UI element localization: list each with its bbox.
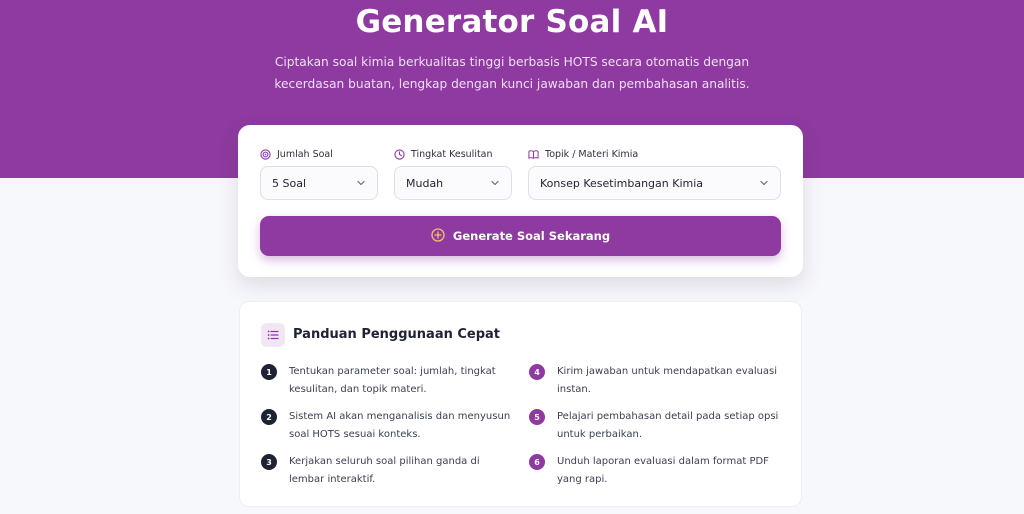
difficulty-value: Mudah bbox=[406, 176, 444, 190]
list-item: 5 Pelajari pembahasan detail pada setiap… bbox=[529, 408, 779, 443]
step-text: Kirim jawaban untuk mendapatkan evaluasi… bbox=[557, 366, 778, 395]
step-text: Unduh laporan evaluasi dalam format PDF … bbox=[557, 456, 769, 485]
topic-value: Konsep Kesetimbangan Kimia bbox=[540, 176, 704, 190]
step-text: Sistem AI akan menganalisis dan menyusun… bbox=[289, 411, 511, 440]
difficulty-label-text: Tingkat Kesulitan bbox=[411, 149, 493, 160]
list-icon bbox=[261, 323, 285, 347]
step-number: 5 bbox=[529, 409, 545, 425]
step-text: Pelajari pembahasan detail pada setiap o… bbox=[557, 411, 779, 440]
step-number: 2 bbox=[261, 409, 277, 425]
list-item: 2 Sistem AI akan menganalisis dan menyus… bbox=[261, 408, 511, 443]
step-text: Tentukan parameter soal: jumlah, tingkat… bbox=[289, 366, 496, 395]
step-number: 6 bbox=[529, 454, 545, 470]
plus-circle-icon bbox=[431, 227, 445, 245]
step-number: 3 bbox=[261, 454, 277, 470]
question-count-value: 5 Soal bbox=[272, 176, 307, 190]
list-item: 6 Unduh laporan evaluasi dalam format PD… bbox=[529, 453, 779, 488]
quick-guide-card: Panduan Penggunaan Cepat 1 Tentukan para… bbox=[239, 301, 802, 507]
guide-title: Panduan Penggunaan Cepat bbox=[293, 327, 501, 342]
question-count-label-text: Jumlah Soal bbox=[277, 149, 333, 160]
topic-label-text: Topik / Materi Kimia bbox=[545, 149, 639, 160]
list-item: 1 Tentukan parameter soal: jumlah, tingk… bbox=[261, 363, 511, 398]
chevron-down-icon bbox=[490, 178, 500, 188]
question-count-label: Jumlah Soal bbox=[260, 149, 333, 160]
generate-button[interactable]: Generate Soal Sekarang bbox=[260, 216, 781, 256]
page-subtitle: Ciptakan soal kimia berkualitas tinggi b… bbox=[274, 55, 750, 91]
step-text: Kerjakan seluruh soal pilihan ganda di l… bbox=[289, 456, 480, 485]
topic-label: Topik / Materi Kimia bbox=[528, 149, 638, 160]
book-icon bbox=[528, 149, 539, 160]
topic-select[interactable]: Konsep Kesetimbangan Kimia bbox=[528, 166, 781, 200]
step-number: 4 bbox=[529, 364, 545, 380]
step-number: 1 bbox=[261, 364, 277, 380]
list-item: 3 Kerjakan seluruh soal pilihan ganda di… bbox=[261, 453, 511, 488]
chevron-down-icon bbox=[759, 178, 769, 188]
question-count-select[interactable]: 5 Soal bbox=[260, 166, 378, 200]
difficulty-label: Tingkat Kesulitan bbox=[394, 149, 493, 160]
generator-form-card: Jumlah Soal 5 Soal Tingkat Kesulitan Mud… bbox=[238, 125, 803, 277]
generate-button-label: Generate Soal Sekarang bbox=[452, 229, 611, 243]
target-icon bbox=[260, 149, 271, 160]
clock-icon bbox=[394, 149, 405, 160]
list-item: 4 Kirim jawaban untuk mendapatkan evalua… bbox=[529, 363, 779, 398]
difficulty-select[interactable]: Mudah bbox=[394, 166, 512, 200]
chevron-down-icon bbox=[356, 178, 366, 188]
page-title: Generator Soal AI bbox=[355, 4, 669, 40]
